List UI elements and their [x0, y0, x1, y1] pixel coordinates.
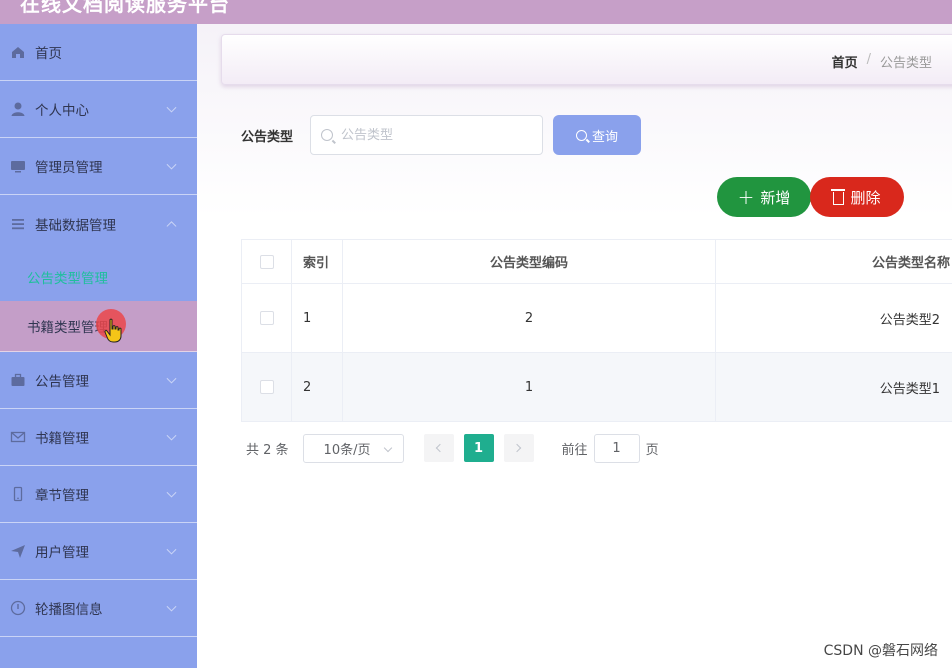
sidebar: 首页 个人中心 管理员管理 基础数据管理 公告类型管理 书籍类型管理 公告管理	[0, 24, 197, 668]
column-header-code: 公告类型编码	[343, 240, 716, 283]
info-icon	[10, 600, 26, 616]
breadcrumb: 首页 / 公告类型	[832, 52, 932, 71]
pointer-hand-icon	[104, 318, 122, 343]
sidebar-item-label: 管理员管理	[35, 160, 103, 176]
delete-button-label: 删除	[850, 188, 881, 207]
page-number-current[interactable]: 1	[463, 434, 494, 462]
row-checkbox-cell	[242, 353, 292, 421]
table-header-row: 索引 公告类型编码 公告类型名称	[242, 240, 952, 284]
row-checkbox[interactable]	[259, 311, 274, 325]
sidebar-item-label: 书籍管理	[35, 431, 89, 447]
sidebar-item-admin[interactable]: 管理员管理	[0, 138, 197, 195]
sidebar-item-carousel[interactable]: 轮播图信息	[0, 580, 197, 637]
chevron-down-icon	[166, 373, 177, 384]
sidebar-item-chapters[interactable]: 章节管理	[0, 466, 197, 523]
column-header-name: 公告类型名称	[871, 256, 950, 271]
table-row[interactable]: 1 2 公告类型2	[242, 284, 952, 353]
sidebar-item-label: 首页	[35, 46, 62, 62]
pagination: 共 2 条 10条/页 1 前往 1 页	[246, 433, 659, 463]
chevron-down-icon	[166, 102, 177, 113]
delete-button[interactable]: 删除	[810, 177, 904, 217]
search-field[interactable]	[310, 115, 543, 155]
next-page-button[interactable]	[503, 434, 534, 462]
header-checkbox-cell	[242, 240, 292, 283]
chevron-right-icon	[512, 443, 522, 453]
app-title: 在线文档阅读服务平台	[20, 0, 230, 16]
sidebar-item-label: 用户管理	[35, 545, 89, 561]
mail-icon	[10, 429, 26, 445]
sidebar-subitem-notice-type[interactable]: 公告类型管理	[0, 252, 197, 301]
goto-label: 前往	[561, 442, 588, 458]
chevron-down-icon	[166, 430, 177, 441]
goto-page-input[interactable]: 1	[593, 433, 640, 463]
sidebar-item-personal-center[interactable]: 个人中心	[0, 81, 197, 138]
sidebar-item-label: 公告管理	[35, 374, 89, 390]
add-button[interactable]: + 新增	[717, 177, 811, 217]
sidebar-item-label: 个人中心	[35, 103, 89, 119]
search-icon	[575, 129, 587, 141]
cell-index: 1	[292, 284, 343, 352]
column-header-index: 索引	[292, 240, 343, 283]
search-label: 公告类型	[241, 130, 294, 145]
phone-icon	[10, 486, 26, 502]
sidebar-item-label: 轮播图信息	[35, 602, 103, 618]
chevron-down-icon	[166, 601, 177, 612]
chevron-down-icon	[166, 544, 177, 555]
query-button-label: 查询	[591, 129, 618, 145]
main-content: 首页 / 公告类型 公告类型 查询 + 新增 删除 索引 公告类型编码 公告类型…	[197, 24, 952, 668]
breadcrumb-home[interactable]: 首页	[832, 52, 858, 71]
monitor-icon	[10, 158, 26, 174]
chevron-up-icon	[166, 220, 177, 231]
sidebar-item-home[interactable]: 首页	[0, 24, 197, 81]
sidebar-item-notice[interactable]: 公告管理	[0, 352, 197, 409]
sidebar-item-label: 章节管理	[35, 488, 89, 504]
sidebar-item-label: 基础数据管理	[35, 217, 116, 234]
user-icon	[10, 101, 26, 117]
breadcrumb-current: 公告类型	[879, 56, 932, 71]
chevron-down-icon	[166, 487, 177, 498]
prev-page-button[interactable]	[423, 434, 454, 462]
top-header: 在线文档阅读服务平台	[0, 0, 952, 24]
sidebar-item-basic-data[interactable]: 基础数据管理	[0, 195, 197, 252]
breadcrumb-card: 首页 / 公告类型	[221, 34, 952, 85]
select-all-checkbox[interactable]	[259, 254, 274, 269]
home-icon	[10, 44, 26, 60]
pagination-total: 共 2 条	[246, 442, 289, 458]
sidebar-item-users[interactable]: 用户管理	[0, 523, 197, 580]
cell-code: 1	[343, 353, 716, 421]
cell-index: 2	[292, 353, 343, 421]
watermark: CSDN @磐石网络	[823, 643, 938, 659]
breadcrumb-separator: /	[866, 52, 871, 67]
cell-code: 2	[343, 284, 716, 352]
page-size-select[interactable]: 10条/页	[302, 433, 404, 463]
row-checkbox[interactable]	[259, 380, 274, 394]
search-icon	[321, 129, 333, 141]
cell-name: 公告类型2	[879, 312, 940, 328]
chevron-down-icon	[383, 443, 392, 452]
briefcase-icon	[10, 372, 26, 388]
data-table: 索引 公告类型编码 公告类型名称 1 2 公告类型2 2 1 公告类型1	[241, 239, 952, 422]
query-button[interactable]: 查询	[553, 115, 641, 155]
page-unit-label: 页	[645, 442, 659, 458]
plus-icon: +	[737, 185, 755, 209]
menu-icon	[10, 216, 26, 232]
row-checkbox-cell	[242, 284, 292, 352]
page-size-value: 10条/页	[323, 442, 371, 458]
chevron-down-icon	[166, 159, 177, 170]
sidebar-subitem-label: 公告类型管理	[27, 270, 108, 287]
table-row[interactable]: 2 1 公告类型1	[242, 353, 952, 422]
trash-icon	[831, 189, 846, 205]
chevron-left-icon	[435, 443, 445, 453]
cell-name: 公告类型1	[879, 381, 940, 397]
send-icon	[10, 543, 26, 559]
sidebar-item-books[interactable]: 书籍管理	[0, 409, 197, 466]
add-button-label: 新增	[760, 188, 791, 207]
search-input[interactable]	[341, 127, 521, 143]
